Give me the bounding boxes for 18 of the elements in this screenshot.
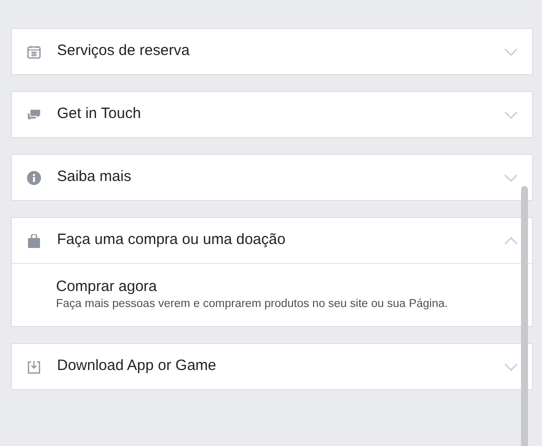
option-description: Faça mais pessoas verem e comprarem produtos no seu site ou sua Página. xyxy=(56,297,449,312)
scrollbar[interactable] xyxy=(521,186,528,446)
section-header[interactable]: Serviços de reserva xyxy=(12,29,532,74)
section-title: Faça uma compra ou uma doação xyxy=(57,230,286,250)
section-header[interactable]: Download App or Game xyxy=(12,344,532,389)
section-title: Serviços de reserva xyxy=(57,41,191,62)
section-header[interactable]: Saiba mais xyxy=(12,155,532,200)
download-icon xyxy=(27,360,41,374)
section-title: Download App or Game xyxy=(57,356,218,376)
option-title[interactable]: Comprar agora xyxy=(56,278,532,296)
section-header[interactable]: Get in Touch xyxy=(12,92,532,137)
section-title: Get in Touch xyxy=(57,104,142,124)
calendar-icon xyxy=(27,44,41,58)
shopping-bag-icon xyxy=(27,234,41,248)
chat-icon xyxy=(27,108,41,122)
section-header[interactable]: Faça uma compra ou uma doação xyxy=(12,218,532,263)
section-title: Saiba mais xyxy=(57,167,132,188)
info-icon xyxy=(27,170,41,184)
